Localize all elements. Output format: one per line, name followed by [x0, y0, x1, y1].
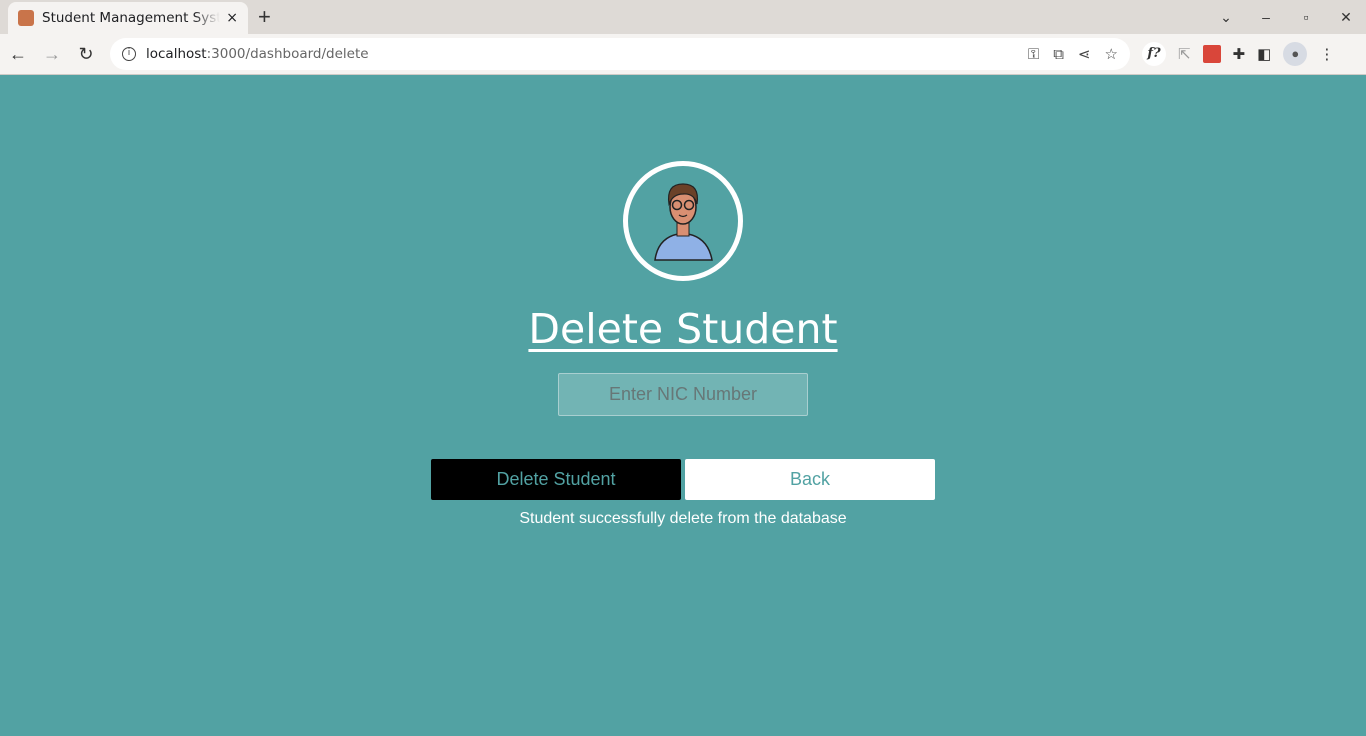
- formula-extension-icon[interactable]: f?: [1142, 42, 1166, 66]
- share-icon[interactable]: ⋖: [1078, 45, 1091, 63]
- browser-toolbar: ← → ↻ i localhost:3000/dashboard/delete …: [0, 34, 1366, 75]
- student-avatar-icon: [623, 161, 743, 281]
- close-tab-icon[interactable]: ×: [226, 10, 238, 26]
- url-host: localhost: [146, 46, 207, 62]
- students-favicon-icon: [18, 10, 34, 26]
- cursor-extension-icon[interactable]: ⇱: [1178, 45, 1191, 63]
- info-icon[interactable]: i: [122, 47, 136, 61]
- delete-student-button[interactable]: Delete Student: [431, 459, 681, 500]
- menu-kebab-icon[interactable]: ⋮: [1319, 45, 1334, 63]
- react-devtools-icon[interactable]: [1202, 45, 1221, 63]
- tab-title: Student Management System: [42, 10, 221, 26]
- browser-tab[interactable]: Student Management System ×: [8, 2, 248, 34]
- maximize-icon[interactable]: ▫: [1286, 9, 1326, 25]
- new-tab-button[interactable]: +: [258, 4, 271, 30]
- reload-icon[interactable]: ↻: [70, 44, 102, 65]
- tab-bar: Student Management System × + ⌄ – ▫ ✕: [0, 0, 1366, 34]
- minimize-icon[interactable]: –: [1246, 9, 1286, 25]
- nic-number-input[interactable]: [558, 373, 808, 416]
- forward-arrow-icon[interactable]: →: [36, 44, 68, 65]
- star-icon[interactable]: ☆: [1105, 45, 1118, 63]
- status-message: Student successfully delete from the dat…: [519, 510, 847, 527]
- key-icon[interactable]: ⚿: [1028, 45, 1039, 63]
- close-window-icon[interactable]: ✕: [1326, 9, 1366, 26]
- tab-search-icon[interactable]: ⌄: [1206, 9, 1246, 26]
- page-title: Delete Student: [528, 305, 838, 353]
- page-content: Delete Student Delete Student Back Stude…: [0, 75, 1366, 736]
- address-bar[interactable]: i localhost:3000/dashboard/delete ⚿ ⧉ ⋖ …: [110, 38, 1130, 70]
- profile-avatar-icon[interactable]: ●: [1283, 42, 1308, 66]
- back-arrow-icon[interactable]: ←: [2, 44, 34, 65]
- open-external-icon[interactable]: ⧉: [1053, 45, 1064, 63]
- extensions-puzzle-icon[interactable]: ✚: [1233, 45, 1246, 63]
- window-controls: ⌄ – ▫ ✕: [1206, 0, 1366, 34]
- url-path: :3000/dashboard/delete: [206, 46, 369, 62]
- side-panel-icon[interactable]: ◧: [1257, 45, 1271, 63]
- back-button[interactable]: Back: [685, 459, 935, 500]
